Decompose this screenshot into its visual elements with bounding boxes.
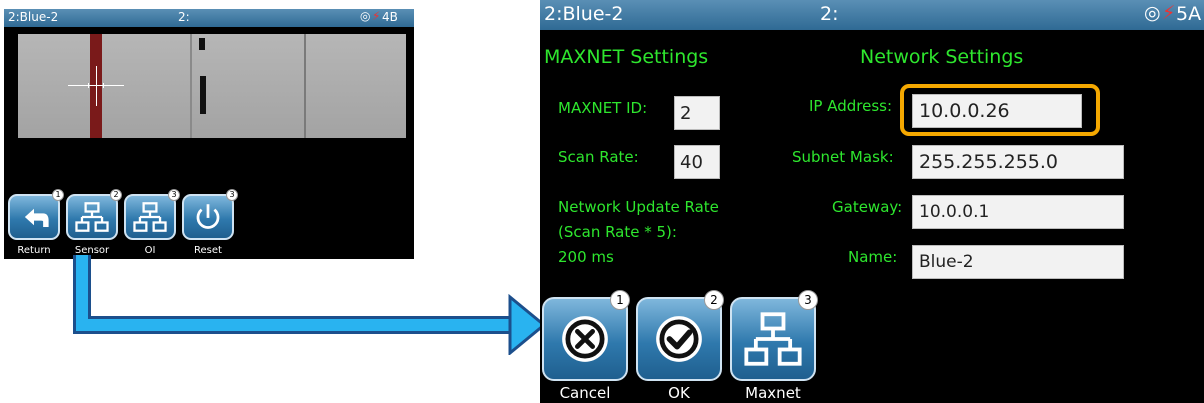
return-button[interactable]: [8, 194, 60, 240]
scan-rate-label: Scan Rate:: [558, 148, 639, 166]
name-label: Name:: [848, 248, 898, 266]
camera-icon: ◎: [1144, 2, 1161, 24]
maxnet-id-label: MAXNET ID:: [558, 99, 648, 117]
subnet-mask-label: Subnet Mask:: [792, 148, 894, 166]
sensor-screen: 2:Blue-2 2: ◎ ⚡ 4B 1 Return 2 Sensor 3 O…: [4, 9, 414, 259]
cancel-label: Cancel: [559, 384, 611, 402]
network-update-rate-value: 200 ms: [558, 248, 614, 266]
network-update-rate-label: Network Update Rate: [558, 198, 719, 216]
maxnet-settings-heading: MAXNET Settings: [544, 46, 709, 68]
transition-arrow: [73, 255, 547, 355]
network-update-rate-formula: (Scan Rate * 5):: [558, 223, 677, 241]
frame-divider: [304, 34, 306, 138]
oi-button[interactable]: [124, 194, 176, 240]
button-number-badge: 3: [798, 290, 818, 310]
maxnet-label: Maxnet: [745, 384, 801, 402]
title-bar: 2:Blue-2 2: ◎ ⚡ 5A: [540, 0, 1204, 30]
gateway-field[interactable]: 10.0.0.1: [912, 195, 1124, 229]
camera-icon: ◎: [360, 9, 371, 23]
marker-dash: [200, 76, 206, 114]
signal-icon: ⚡: [1162, 2, 1176, 24]
return-label: Return: [17, 245, 51, 256]
button-number-badge: 1: [52, 189, 64, 201]
device-title: 2:Blue-2: [8, 10, 59, 24]
signal-icon: ⚡: [372, 9, 381, 23]
ok-button[interactable]: [636, 297, 722, 381]
network-icon: [133, 202, 167, 232]
scan-rate-field[interactable]: 40: [674, 145, 720, 179]
page-number: 2:: [820, 3, 839, 25]
frame-divider: [190, 34, 192, 138]
ip-address-label: IP Address:: [809, 97, 893, 115]
cancel-x-icon: [562, 316, 608, 362]
network-icon: [744, 312, 802, 366]
page-number: 2:: [178, 10, 190, 24]
subnet-mask-field[interactable]: 255.255.255.0: [912, 145, 1124, 179]
ok-label: OK: [668, 384, 690, 402]
status-code: 5A: [1176, 3, 1202, 25]
reset-button[interactable]: [182, 194, 234, 240]
power-icon: [196, 204, 220, 229]
button-number-badge: 2: [704, 290, 724, 310]
crosshair-icon[interactable]: [68, 66, 124, 106]
button-number-badge: 3: [168, 189, 180, 201]
name-field[interactable]: Blue-2: [912, 245, 1124, 279]
cancel-button[interactable]: [542, 297, 628, 381]
network-icon: [75, 202, 109, 232]
sensor-button[interactable]: [66, 194, 118, 240]
network-settings-screen: 2:Blue-2 2: ◎ ⚡ 5A MAXNET Settings MAXNE…: [540, 0, 1204, 403]
button-number-badge: 2: [110, 189, 122, 201]
network-settings-heading: Network Settings: [860, 46, 1024, 68]
checkmark-icon: [656, 316, 702, 362]
title-bar: 2:Blue-2 2: ◎ ⚡ 4B: [4, 9, 414, 27]
button-number-badge: 1: [610, 290, 630, 310]
gateway-label: Gateway:: [832, 198, 903, 216]
button-number-badge: 3: [226, 189, 238, 201]
status-code: 4B: [382, 10, 398, 24]
marker-dash: [199, 38, 205, 50]
maxnet-button[interactable]: [730, 297, 816, 381]
maxnet-id-field[interactable]: 2: [674, 96, 720, 130]
camera-view[interactable]: [18, 34, 406, 138]
ip-address-field[interactable]: 10.0.0.26: [912, 94, 1082, 128]
device-title: 2:Blue-2: [544, 3, 624, 25]
